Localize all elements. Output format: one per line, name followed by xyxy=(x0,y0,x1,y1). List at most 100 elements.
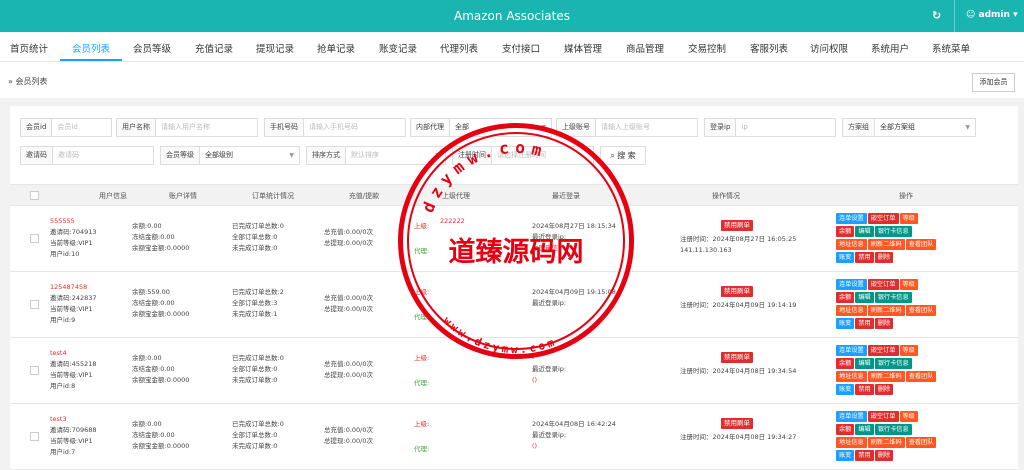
disable-brush-badge[interactable]: 禁用刷单 xyxy=(721,286,753,297)
phone-field[interactable]: 手机号码 请输入手机号码 xyxy=(264,118,406,137)
action-button-6[interactable]: 地址信息 xyxy=(836,239,867,250)
refresh-icon[interactable]: ↻ xyxy=(932,9,941,22)
account-frozen: 冻结金额:0.00 xyxy=(132,299,175,307)
row-action-group: 连单设置 嵌空订单 等级余额 编辑 银行卡信息 地址信息 刷新二维码 查看团队账变 禁用 删除 xyxy=(836,345,966,397)
action-button-4[interactable]: 编辑 xyxy=(855,424,874,435)
action-button-11[interactable]: 删除 xyxy=(874,252,894,263)
action-button-5[interactable]: 银行卡信息 xyxy=(874,226,912,237)
action-button-4[interactable]: 编辑 xyxy=(855,358,874,369)
add-member-button[interactable]: 添加会员 xyxy=(972,73,1015,92)
tab-payment[interactable]: 支付接口 xyxy=(502,41,540,55)
member-uid: 用户id:7 xyxy=(50,448,76,456)
plan-group-select[interactable]: 方案组 全部方案组 ▼ xyxy=(842,118,976,137)
login-ip-field[interactable]: 登录ip ip xyxy=(704,118,836,137)
tab-recharge[interactable]: 充值记录 xyxy=(195,41,233,55)
action-button-7[interactable]: 刷新二维码 xyxy=(867,437,905,448)
action-button-3[interactable]: 余额 xyxy=(836,292,855,303)
tab-access[interactable]: 访问权限 xyxy=(810,41,848,55)
action-button-1[interactable]: 嵌空订单 xyxy=(867,345,899,356)
superior-label: 上级: xyxy=(414,420,430,428)
action-button-0[interactable]: 连单设置 xyxy=(836,411,867,422)
action-button-10[interactable]: 禁用 xyxy=(855,318,874,329)
disable-brush-badge[interactable]: 禁用刷单 xyxy=(721,418,753,429)
action-button-6[interactable]: 地址信息 xyxy=(836,437,867,448)
invite-code-placeholder: 邀请码 xyxy=(58,151,79,159)
action-button-2[interactable]: 等级 xyxy=(899,411,918,422)
tab-agent-list[interactable]: 代理列表 xyxy=(440,41,478,55)
action-button-9[interactable]: 账变 xyxy=(836,450,855,461)
tab-goods[interactable]: 商品管理 xyxy=(626,41,664,55)
tab-system-menu[interactable]: 系统菜单 xyxy=(932,41,970,55)
member-invite-code: 邀请码:455218 xyxy=(50,360,97,368)
member-level-select[interactable]: 会员等级 全部级别 ▼ xyxy=(160,146,300,165)
action-button-9[interactable]: 账变 xyxy=(836,318,855,329)
tab-system-user[interactable]: 系统用户 xyxy=(871,41,909,55)
action-button-6[interactable]: 地址信息 xyxy=(836,371,867,382)
disable-brush-badge[interactable]: 禁用刷单 xyxy=(721,352,753,363)
action-button-5[interactable]: 银行卡信息 xyxy=(874,358,912,369)
tab-support[interactable]: 客服列表 xyxy=(750,41,788,55)
action-button-10[interactable]: 禁用 xyxy=(855,252,874,263)
action-button-0[interactable]: 连单设置 xyxy=(836,213,867,224)
orders-undone: 未完成订单数:0 xyxy=(232,376,278,384)
account-yuebao: 余额宝金额:0.0000 xyxy=(132,376,190,384)
tab-home-stats[interactable]: 首页统计 xyxy=(10,41,48,55)
action-button-7[interactable]: 刷新二维码 xyxy=(867,305,905,316)
orders-total: 全部订单总数:0 xyxy=(232,431,278,439)
action-button-4[interactable]: 编辑 xyxy=(855,226,874,237)
action-button-8[interactable]: 查看团队 xyxy=(905,239,937,250)
action-button-7[interactable]: 刷新二维码 xyxy=(867,371,905,382)
action-button-7[interactable]: 刷新二维码 xyxy=(867,239,905,250)
action-button-8[interactable]: 查看团队 xyxy=(905,437,937,448)
member-invite-code: 邀请码:242837 xyxy=(50,294,97,302)
action-button-3[interactable]: 余额 xyxy=(836,358,855,369)
tab-balance-change[interactable]: 账变记录 xyxy=(379,41,417,55)
action-button-9[interactable]: 账变 xyxy=(836,252,855,263)
member-username[interactable]: test3 xyxy=(50,414,67,425)
row-checkbox[interactable] xyxy=(30,234,39,243)
tab-grab-order[interactable]: 抢单记录 xyxy=(317,41,355,55)
action-button-5[interactable]: 银行卡信息 xyxy=(874,424,912,435)
tab-media[interactable]: 媒体管理 xyxy=(564,41,602,55)
action-button-8[interactable]: 查看团队 xyxy=(905,305,937,316)
action-button-2[interactable]: 等级 xyxy=(899,345,918,356)
breadcrumb-separator-icon: » xyxy=(8,77,13,86)
select-all-checkbox[interactable] xyxy=(30,191,39,200)
invite-code-field[interactable]: 邀请码 邀请码 xyxy=(20,146,154,165)
action-button-6[interactable]: 地址信息 xyxy=(836,305,867,316)
row-checkbox[interactable] xyxy=(30,366,39,375)
header-account: 账户详情 xyxy=(169,192,197,200)
action-button-11[interactable]: 删除 xyxy=(874,384,894,395)
member-username[interactable]: test4 xyxy=(50,348,67,359)
member-id-field[interactable]: 会员id 会员id xyxy=(20,118,112,137)
action-button-3[interactable]: 余额 xyxy=(836,424,855,435)
disable-brush-badge[interactable]: 禁用刷单 xyxy=(721,220,753,231)
action-button-2[interactable]: 等级 xyxy=(899,213,918,224)
action-button-10[interactable]: 禁用 xyxy=(855,450,874,461)
action-button-0[interactable]: 连单设置 xyxy=(836,345,867,356)
action-button-8[interactable]: 查看团队 xyxy=(905,371,937,382)
row-checkbox[interactable] xyxy=(30,300,39,309)
tab-member-level[interactable]: 会员等级 xyxy=(133,41,171,55)
action-button-3[interactable]: 余额 xyxy=(836,226,855,237)
action-button-10[interactable]: 禁用 xyxy=(855,384,874,395)
action-button-1[interactable]: 嵌空订单 xyxy=(867,213,899,224)
user-menu[interactable]: ☺ admin ▾ xyxy=(966,10,1018,20)
member-username[interactable]: 555555 xyxy=(50,216,75,227)
tab-withdraw[interactable]: 提现记录 xyxy=(256,41,294,55)
action-button-1[interactable]: 嵌空订单 xyxy=(867,411,899,422)
action-button-9[interactable]: 账变 xyxy=(836,384,855,395)
action-button-11[interactable]: 删除 xyxy=(874,450,894,461)
member-username[interactable]: 125487458 xyxy=(50,282,87,293)
username-placeholder: 请输入用户名称 xyxy=(161,123,210,131)
tab-trade-control[interactable]: 交易控制 xyxy=(688,41,726,55)
action-button-0[interactable]: 连单设置 xyxy=(836,279,867,290)
username-field[interactable]: 用户名称 请输入用户名称 xyxy=(116,118,258,137)
action-button-11[interactable]: 删除 xyxy=(874,318,894,329)
row-checkbox[interactable] xyxy=(30,432,39,441)
tab-member-list[interactable]: 会员列表 xyxy=(72,41,110,55)
action-button-5[interactable]: 银行卡信息 xyxy=(874,292,912,303)
action-button-4[interactable]: 编辑 xyxy=(855,292,874,303)
action-button-2[interactable]: 等级 xyxy=(899,279,918,290)
action-button-1[interactable]: 嵌空订单 xyxy=(867,279,899,290)
